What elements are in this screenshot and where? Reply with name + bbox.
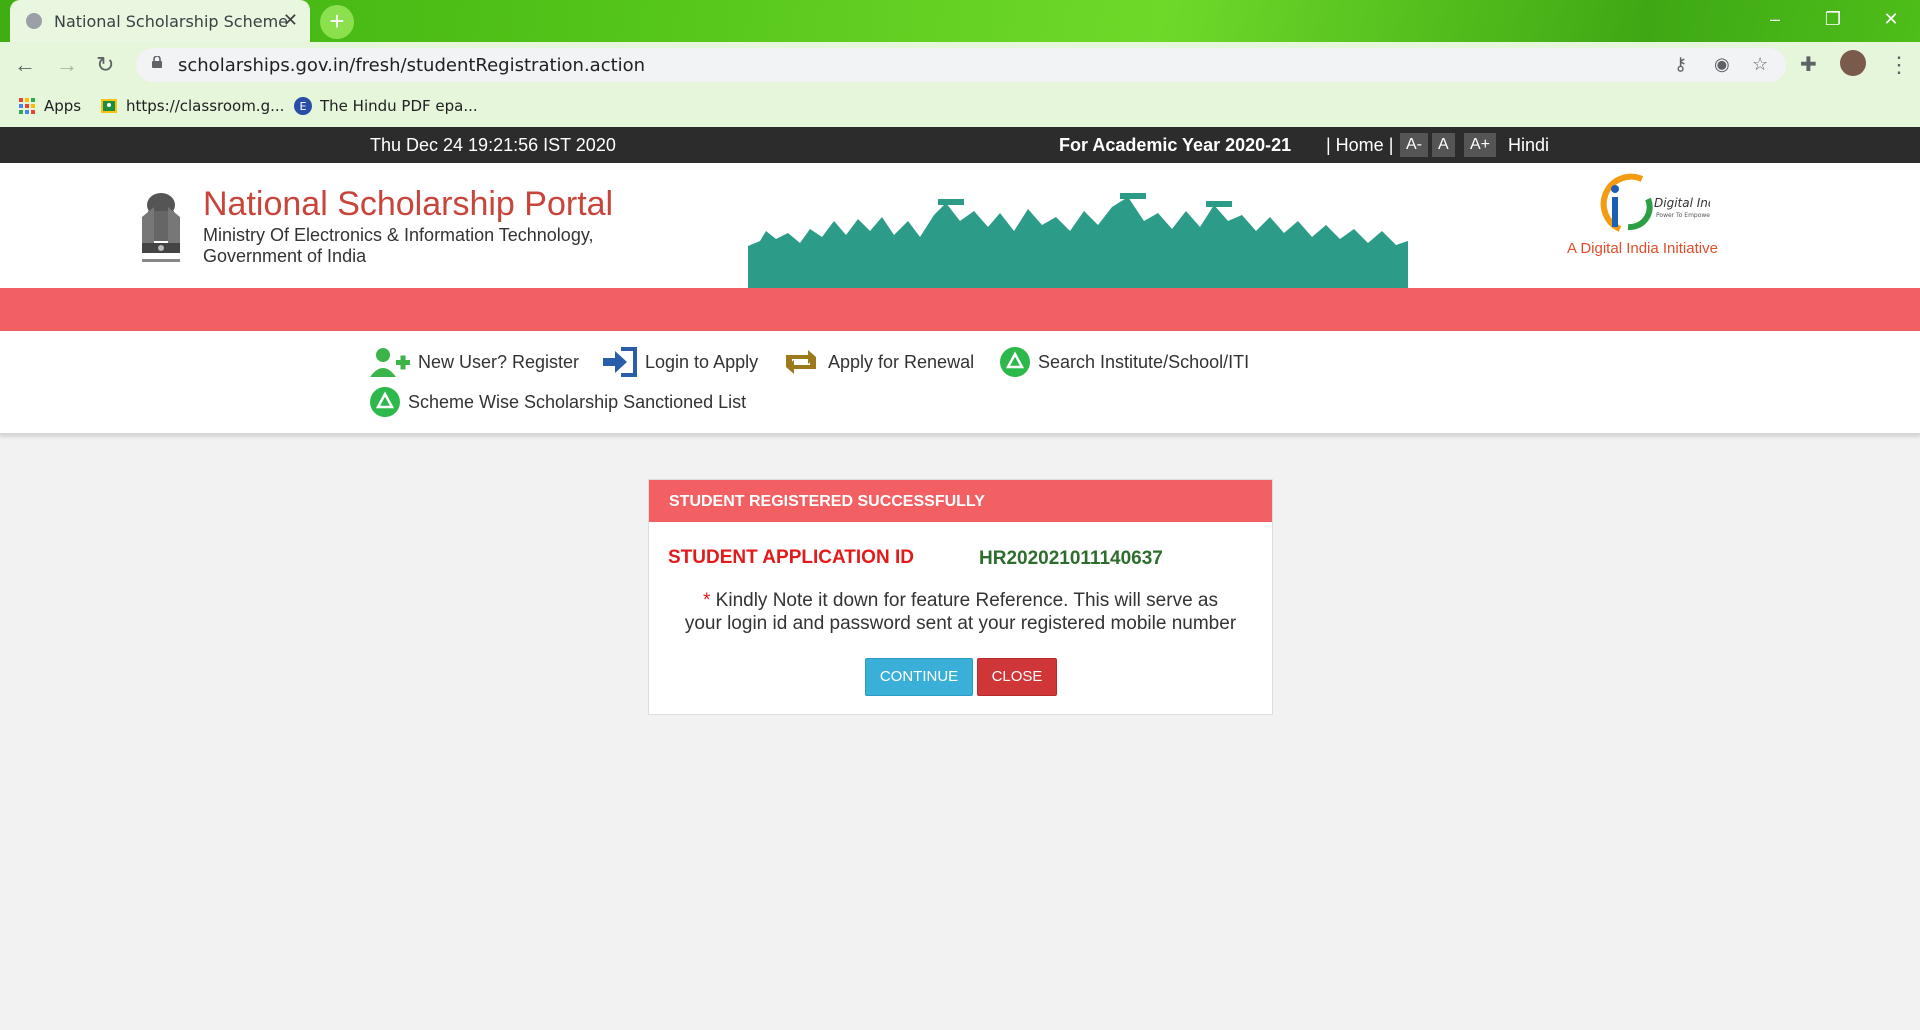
main-menu: New User? Register Login to Apply Apply … <box>0 331 1920 435</box>
top-info-bar: Thu Dec 24 19:21:56 IST 2020 For Academi… <box>0 127 1920 163</box>
green-circle-triangle-icon <box>1000 347 1030 377</box>
restore-button[interactable]: ❐ <box>1810 4 1856 34</box>
national-emblem-icon <box>142 193 180 262</box>
address-bar[interactable]: scholarships.gov.in/fresh/studentRegistr… <box>136 48 1786 82</box>
apps-grid-icon <box>19 98 35 114</box>
new-tab-button[interactable]: + <box>320 5 354 39</box>
add-user-icon <box>370 348 410 377</box>
menu-search-label: Search Institute/School/ITI <box>1038 351 1250 372</box>
menu-login[interactable]: Login to Apply <box>603 347 758 377</box>
dialog-header: STUDENT REGISTERED SUCCESSFULLY <box>649 480 1272 522</box>
key-icon[interactable]: ⚷ <box>1674 54 1687 75</box>
government-line: Government of India <box>203 246 367 266</box>
bookmark-hindu[interactable]: E The Hindu PDF epa... <box>294 97 478 115</box>
application-id-label: STUDENT APPLICATION ID <box>668 547 914 568</box>
portal-subtitle: Ministry Of Electronics & Information Te… <box>203 225 594 267</box>
menu-icon[interactable]: ⋮ <box>1888 52 1910 78</box>
datetime: Thu Dec 24 19:21:56 IST 2020 <box>370 135 616 155</box>
back-icon[interactable]: ← <box>14 52 36 78</box>
dialog-title: STUDENT REGISTERED SUCCESSFULLY <box>669 493 985 510</box>
application-id-value: HR202021011140637 <box>979 548 1163 569</box>
registration-success-dialog: STUDENT REGISTERED SUCCESSFULLY STUDENT … <box>648 479 1273 715</box>
home-link[interactable]: | Home | <box>1326 135 1393 156</box>
bookmarks-bar: Apps https://classroom.g... E The Hindu … <box>0 88 1920 127</box>
globe-icon <box>26 13 42 29</box>
url-text: scholarships.gov.in/fresh/studentRegistr… <box>178 55 646 76</box>
bookmark-label: The Hindu PDF epa... <box>320 97 478 115</box>
classroom-icon <box>101 99 117 113</box>
digital-india-logo: Digital India Power To Empower <box>1600 173 1710 232</box>
browser-tab[interactable]: National Scholarship Scheme ✕ <box>10 0 310 42</box>
menu-sanctioned-label: Scheme Wise Scholarship Sanctioned List <box>408 391 747 412</box>
menu-register[interactable]: New User? Register <box>370 347 579 377</box>
tab-strip: National Scholarship Scheme ✕ + – ❐ ✕ <box>0 0 1920 42</box>
svg-text:E: E <box>300 100 307 113</box>
tab-title: National Scholarship Scheme <box>54 12 288 31</box>
menu-renewal-label: Apply for Renewal <box>828 351 975 372</box>
close-icon[interactable]: ✕ <box>283 10 298 31</box>
address-row: ← → ↻ scholarships.gov.in/fresh/studentR… <box>0 42 1920 88</box>
hindi-link[interactable]: Hindi <box>1508 135 1549 156</box>
menu-register-label: New User? Register <box>418 351 580 372</box>
bookmark-label: https://classroom.g... <box>126 97 285 115</box>
extensions-icon[interactable]: ✚ <box>1800 52 1817 77</box>
bookmark-classroom[interactable]: https://classroom.g... <box>100 97 284 115</box>
reference-note: * Kindly Note it down for feature Refere… <box>649 589 1272 635</box>
portal-title: National Scholarship Portal <box>203 185 614 223</box>
ministry-line: Ministry Of Electronics & Information Te… <box>203 225 594 245</box>
renewal-arrows-icon <box>786 350 816 374</box>
browser-chrome: National Scholarship Scheme ✕ + – ❐ ✕ ← … <box>0 0 1920 127</box>
e-letter-icon: E <box>294 97 312 115</box>
academic-year: For Academic Year 2020-21 <box>1059 135 1292 155</box>
svg-text:Power To Empower: Power To Empower <box>1656 212 1710 219</box>
forward-icon[interactable]: → <box>56 52 78 78</box>
avatar[interactable] <box>1840 50 1866 76</box>
reload-icon[interactable]: ↻ <box>96 52 114 78</box>
close-button[interactable]: CLOSE <box>977 658 1057 696</box>
green-circle-triangle-icon <box>370 387 400 417</box>
menu-search-institute[interactable]: Search Institute/School/ITI <box>1000 347 1249 377</box>
close-window-button[interactable]: ✕ <box>1868 4 1914 34</box>
red-band <box>0 288 1920 331</box>
font-decrease-button[interactable]: A- <box>1400 133 1428 157</box>
menu-renewal[interactable]: Apply for Renewal <box>782 347 974 377</box>
eye-off-icon[interactable]: ◉ <box>1714 54 1730 75</box>
digital-india-tagline: A Digital India Initiative <box>1567 240 1718 257</box>
graduates-banner-image <box>748 193 1408 288</box>
lock-icon <box>152 56 162 68</box>
font-increase-button[interactable]: A+ <box>1464 133 1497 157</box>
bookmark-apps[interactable]: Apps <box>18 97 81 115</box>
continue-button[interactable]: CONTINUE <box>865 658 973 696</box>
note-line-1: Kindly Note it down for feature Referenc… <box>715 590 1218 611</box>
menu-sanctioned-list[interactable]: Scheme Wise Scholarship Sanctioned List <box>370 387 746 417</box>
note-line-2: your login id and password sent at your … <box>684 613 1237 634</box>
login-arrow-icon <box>603 347 637 377</box>
bookmark-label: Apps <box>44 97 82 115</box>
font-normal-button[interactable]: A <box>1432 133 1455 157</box>
star-icon[interactable]: ☆ <box>1752 54 1768 75</box>
site-header: National Scholarship Portal Ministry Of … <box>0 163 1920 288</box>
menu-login-label: Login to Apply <box>645 351 759 372</box>
svg-text:Digital India: Digital India <box>1654 196 1710 210</box>
minimize-button[interactable]: – <box>1752 4 1798 34</box>
required-star: * <box>702 590 711 611</box>
